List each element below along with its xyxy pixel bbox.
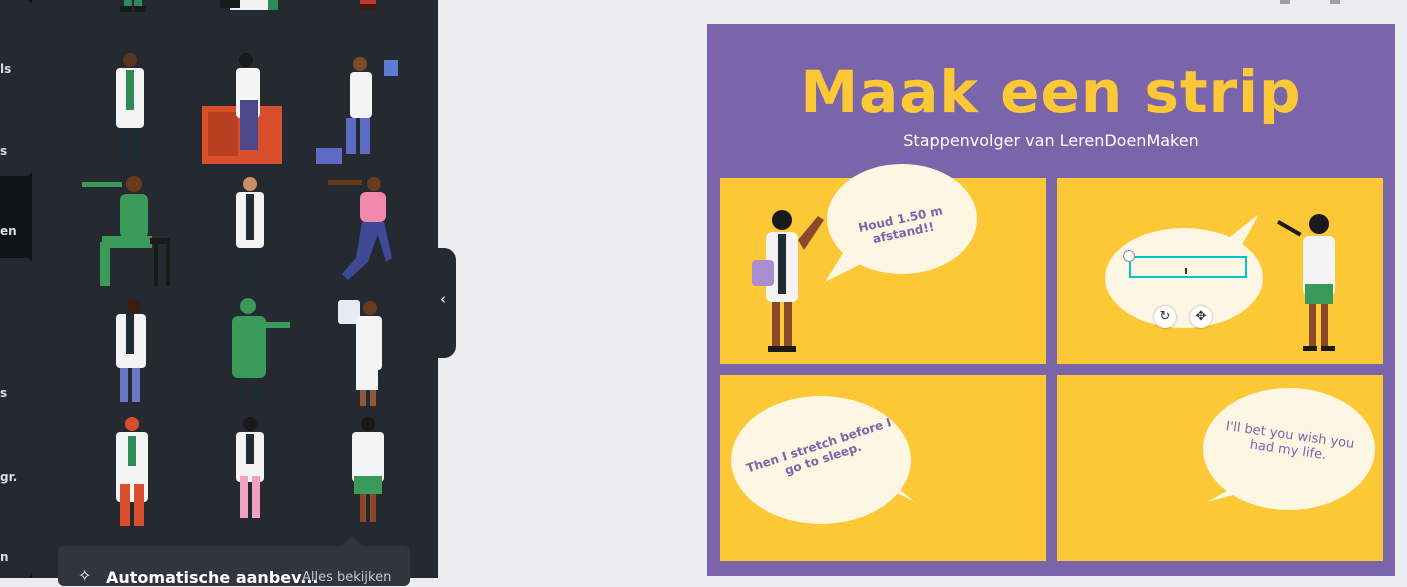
- elements-panel: [32, 0, 438, 578]
- side-rail: ls s en s gr. n: [0, 0, 32, 578]
- sparkle-icon: ✧: [78, 566, 92, 585]
- rail-tile-bottom[interactable]: [0, 258, 32, 578]
- suggestion-notch: [342, 536, 362, 546]
- doctor-illustration-top-2[interactable]: [190, 0, 310, 20]
- toolbar-mark-1[interactable]: [1280, 0, 1290, 4]
- doctor-with-clipboard-illustration[interactable]: [308, 50, 428, 170]
- running-nurse-illustration[interactable]: [308, 172, 428, 292]
- rail-label-1[interactable]: ls: [0, 62, 11, 76]
- doctor-illustration-5[interactable]: [190, 414, 310, 534]
- rotate-icon[interactable]: ↻: [1154, 306, 1176, 328]
- rail-label-elements[interactable]: en: [0, 224, 17, 238]
- doctor-pointing-illustration[interactable]: [1273, 210, 1363, 355]
- rail-label-3[interactable]: s: [0, 386, 7, 400]
- doctor-illustration-4[interactable]: [72, 414, 192, 534]
- rail-label-5[interactable]: n: [0, 550, 9, 564]
- doctor-with-xray-illustration[interactable]: [308, 294, 428, 414]
- doctor-illustration-top-1[interactable]: [72, 0, 192, 20]
- doctor-illustration-2[interactable]: [190, 172, 310, 292]
- design-subtitle[interactable]: Stappenvolger van LerenDoenMaken: [707, 131, 1395, 150]
- doctor-illustration-6[interactable]: [308, 414, 428, 534]
- doctor-illustration-3[interactable]: [72, 294, 192, 414]
- rail-label-4[interactable]: gr.: [0, 470, 17, 484]
- move-icon[interactable]: ✥: [1190, 306, 1212, 328]
- doctor-illustration-1[interactable]: [72, 50, 192, 170]
- auto-suggestions-bar[interactable]: ✧ Automatische aanbev... Alles bekijken: [58, 546, 410, 587]
- text-selection-frame[interactable]: [1129, 256, 1247, 278]
- doctor-illustration-top-3[interactable]: [308, 0, 428, 20]
- doctor-at-desk-illustration[interactable]: [190, 50, 310, 170]
- speech-bubble-2-selected[interactable]: [1105, 228, 1263, 328]
- collapse-panel-button[interactable]: ‹: [438, 248, 456, 358]
- rail-label-2[interactable]: s: [0, 144, 7, 158]
- toolbar-mark-2[interactable]: [1330, 0, 1340, 4]
- resize-handle[interactable]: [1123, 250, 1135, 262]
- text-cursor: [1185, 268, 1187, 274]
- nurse-sitting-illustration[interactable]: [72, 172, 192, 292]
- design-canvas[interactable]: Maak een strip Stappenvolger van LerenDo…: [707, 24, 1395, 576]
- surgeon-illustration[interactable]: [190, 294, 310, 414]
- doctor-waving-illustration[interactable]: [746, 206, 836, 356]
- chevron-left-icon: ‹: [440, 290, 446, 308]
- design-title[interactable]: Maak een strip: [707, 58, 1395, 126]
